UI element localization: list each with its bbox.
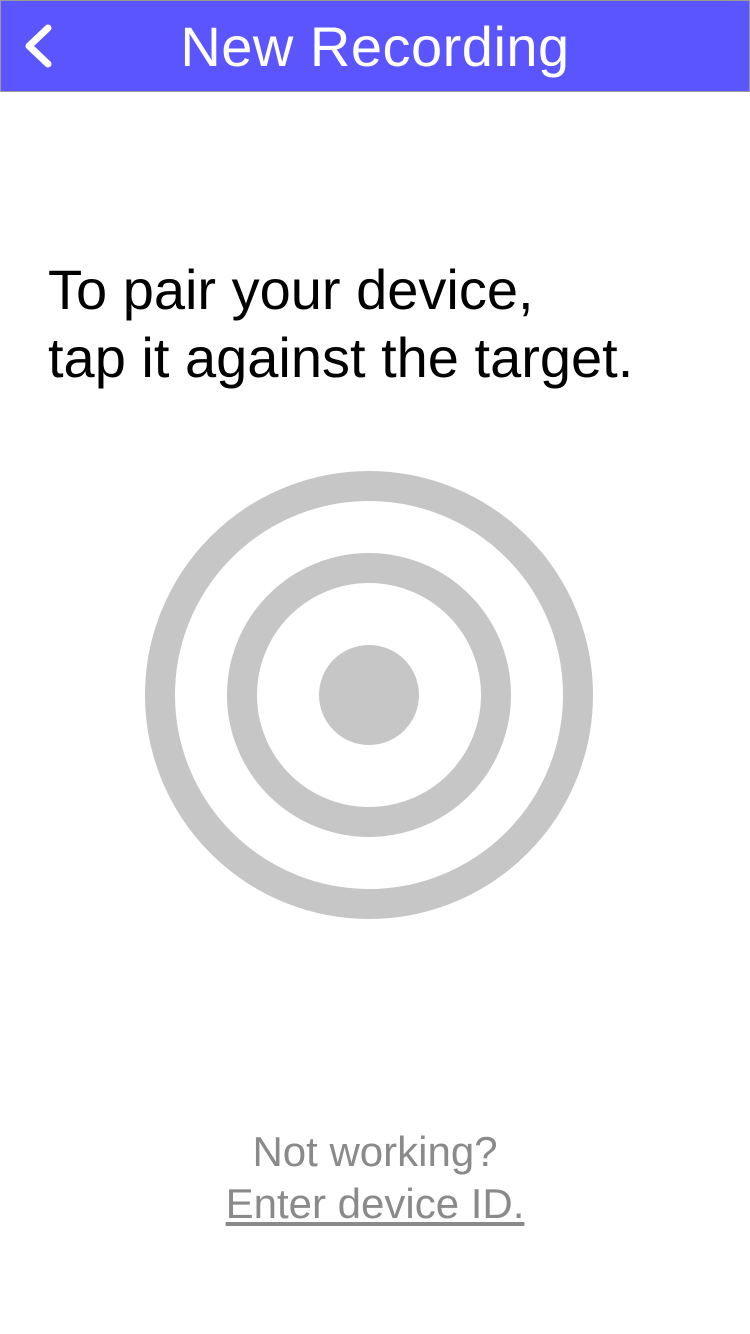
page-title: New Recording: [180, 15, 570, 78]
pair-device-screen: New Recording To pair your device, tap i…: [0, 0, 750, 1334]
navigation-bar: New Recording: [0, 0, 750, 92]
target-icon: [145, 471, 593, 919]
instruction-line-2: tap it against the target.: [48, 326, 634, 389]
enter-device-id-link[interactable]: Enter device ID.: [226, 1178, 525, 1230]
help-footer: Not working? Enter device ID.: [0, 1126, 750, 1230]
pairing-instructions: To pair your device, tap it against the …: [48, 256, 728, 392]
not-working-text: Not working?: [252, 1128, 498, 1175]
instruction-line-1: To pair your device,: [48, 258, 534, 321]
target-center-dot: [319, 645, 419, 745]
